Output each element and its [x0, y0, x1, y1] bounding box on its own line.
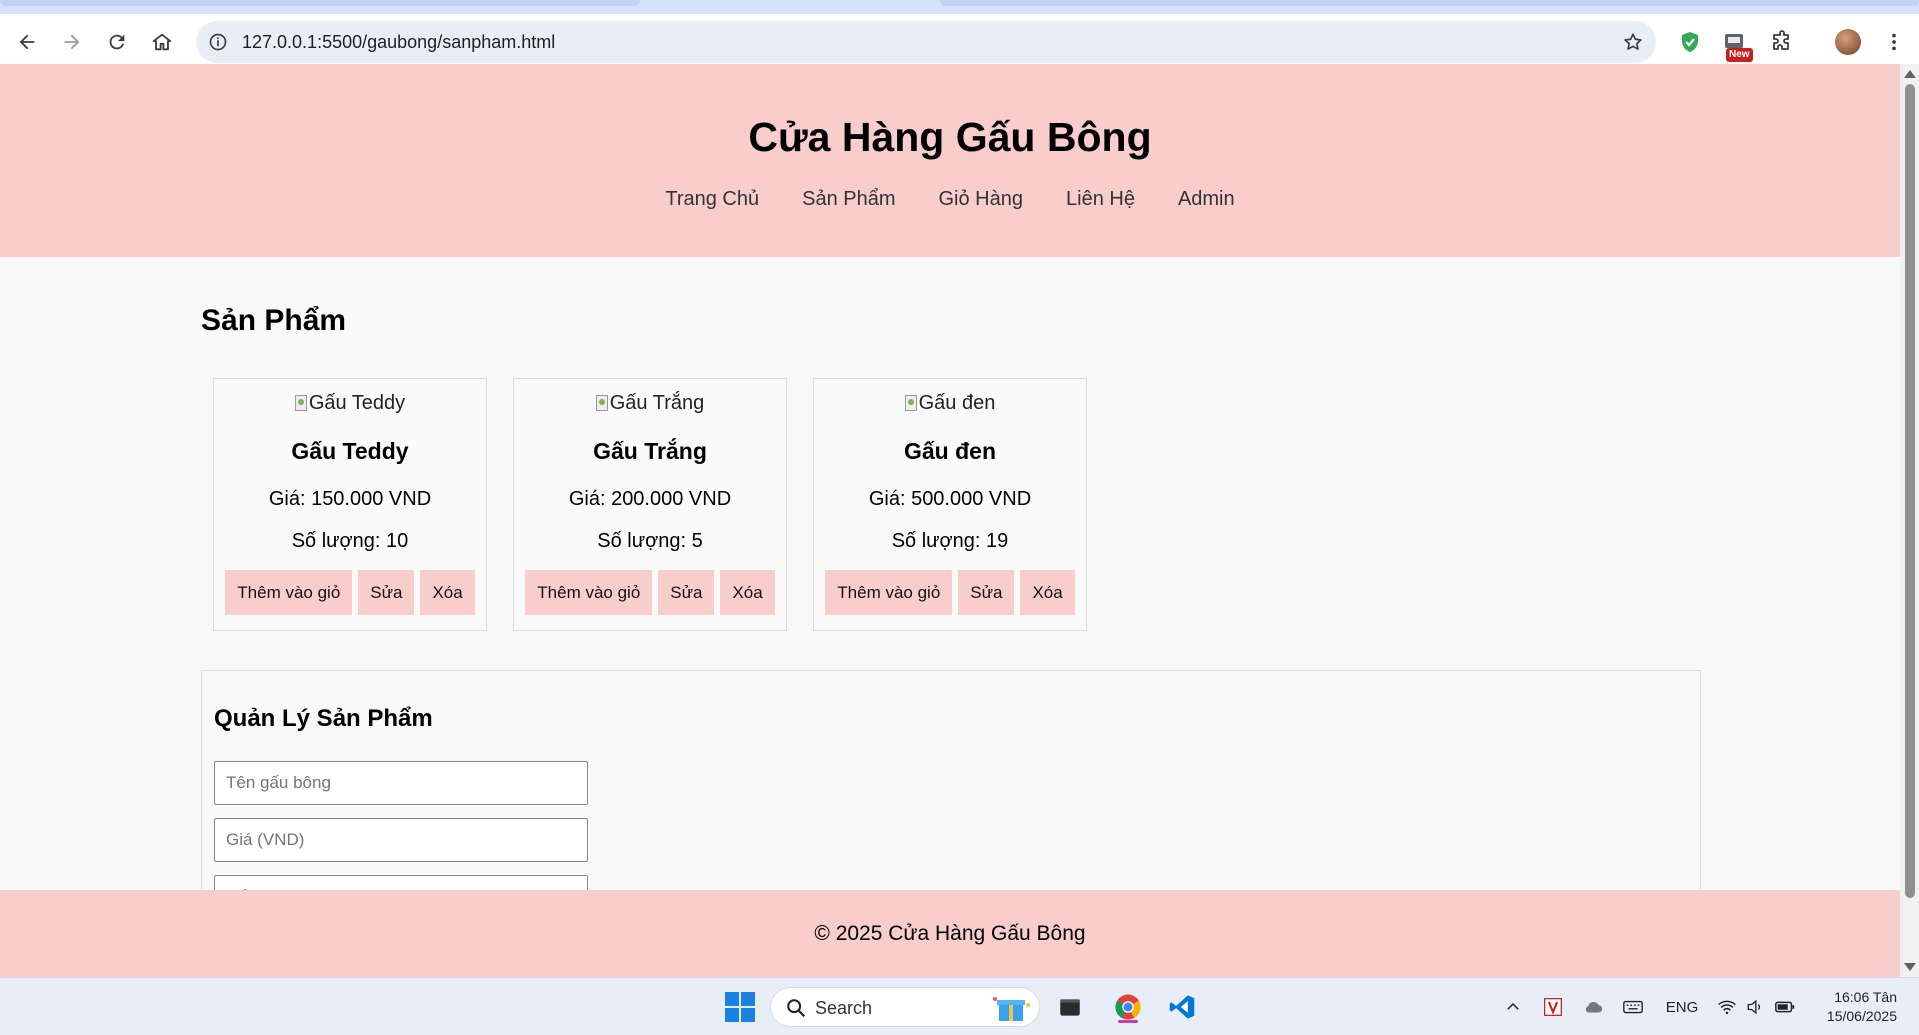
- search-label: Search: [815, 998, 873, 1018]
- nav-admin[interactable]: Admin: [1178, 188, 1235, 211]
- home-button[interactable]: [146, 26, 178, 58]
- arrow-right-icon: [64, 34, 80, 50]
- new-extension-icon[interactable]: New: [1718, 26, 1753, 62]
- clock-time: 16:06 Tân: [1834, 989, 1897, 1005]
- add-to-cart-button[interactable]: Thêm vào giỏ: [525, 570, 653, 615]
- section-title: Sản Phẩm: [201, 304, 347, 337]
- product-name: Gấu Trắng: [593, 438, 707, 464]
- add-to-cart-button[interactable]: Thêm vào giỏ: [225, 570, 353, 615]
- site-info-icon[interactable]: [206, 30, 230, 54]
- nav-products[interactable]: Sản Phẩm: [802, 188, 895, 211]
- edit-button[interactable]: Sửa: [658, 570, 715, 615]
- taskbar-search[interactable]: Search: [770, 987, 1040, 1027]
- edit-button[interactable]: Sửa: [358, 570, 415, 615]
- bookmark-star-icon[interactable]: [1620, 29, 1646, 55]
- product-card: Gấu Teddy Gấu Teddy Giá: 150.000 VND Số …: [213, 378, 487, 631]
- product-price: Giá: 500.000 VND: [868, 488, 1032, 510]
- product-name: Gấu đen: [903, 438, 996, 464]
- taskbar: Search ENG 16:06 Tân 15/06/2025: [0, 977, 1919, 1035]
- product-card: Gấu đen Gấu đen Giá: 500.000 VND Số lượn…: [813, 378, 1087, 631]
- battery-icon[interactable]: [1772, 988, 1798, 1026]
- shield-extension-icon[interactable]: [1674, 26, 1706, 58]
- address-bar[interactable]: 127.0.0.1:5500/gaubong/sanpham.html: [196, 21, 1656, 63]
- inactive-tab-edge[interactable]: [940, 0, 1919, 6]
- admin-title: Quản Lý Sản Phẩm: [214, 705, 433, 732]
- site-title: Cửa Hàng Gấu Bông: [748, 114, 1152, 160]
- arrow-left-icon: [19, 34, 35, 50]
- clock-date: 15/06/2025: [1826, 1008, 1897, 1024]
- windows-logo-icon: [725, 992, 755, 1022]
- scroll-up-arrow[interactable]: [1904, 70, 1916, 78]
- chrome-app-icon[interactable]: [1104, 988, 1152, 1026]
- profile-avatar[interactable]: [1832, 26, 1864, 58]
- product-name: Gấu Teddy: [291, 438, 409, 464]
- gift-icon: [993, 997, 1030, 1021]
- image-alt-text: Gấu đen: [918, 391, 996, 414]
- active-app-indicator: [1118, 1020, 1138, 1023]
- terminal-app-icon[interactable]: [1050, 988, 1090, 1026]
- onedrive-cloud-icon[interactable]: [1580, 988, 1606, 1026]
- delete-button[interactable]: Xóa: [420, 570, 475, 615]
- product-actions: Thêm vào giỏ Sửa Xóa: [825, 570, 1075, 615]
- new-badge: New: [1726, 48, 1753, 62]
- main-nav: Trang Chủ Sản Phẩm Giỏ Hàng Liên Hệ Admi…: [0, 188, 1900, 211]
- site-footer: © 2025 Cửa Hàng Gấu Bông: [0, 890, 1900, 977]
- keyboard-icon[interactable]: [1620, 988, 1646, 1026]
- page-viewport: Cửa Hàng Gấu Bông Trang Chủ Sản Phẩm Giỏ…: [0, 64, 1900, 977]
- start-button[interactable]: [720, 988, 760, 1026]
- product-image: Gấu Teddy: [294, 391, 406, 415]
- extensions-puzzle-icon[interactable]: [1766, 26, 1798, 58]
- wifi-icon[interactable]: [1714, 988, 1740, 1026]
- browser-toolbar: 127.0.0.1:5500/gaubong/sanpham.html New: [0, 14, 1919, 70]
- product-name-input[interactable]: [214, 761, 588, 805]
- broken-image-icon: [294, 395, 307, 411]
- url-text[interactable]: 127.0.0.1:5500/gaubong/sanpham.html: [242, 32, 555, 53]
- product-quantity: Số lượng: 19: [891, 530, 1009, 552]
- scroll-down-arrow[interactable]: [1904, 963, 1916, 971]
- input-language[interactable]: ENG: [1664, 988, 1700, 1026]
- product-price-input[interactable]: [214, 818, 588, 862]
- system-clock[interactable]: 16:06 Tân 15/06/2025: [1827, 988, 1897, 1026]
- product-actions: Thêm vào giỏ Sửa Xóa: [225, 570, 475, 615]
- browser-menu-button[interactable]: [1878, 26, 1910, 58]
- add-to-cart-button[interactable]: Thêm vào giỏ: [825, 570, 953, 615]
- reload-icon: [109, 34, 125, 50]
- product-image: Gấu đen: [904, 391, 996, 415]
- product-list: Gấu Teddy Gấu Teddy Giá: 150.000 VND Số …: [213, 378, 1087, 631]
- scrollbar-thumb[interactable]: [1905, 84, 1915, 898]
- product-quantity: Số lượng: 5: [597, 530, 703, 552]
- show-hidden-icons-chevron-up-icon[interactable]: [1500, 988, 1526, 1026]
- product-image: Gấu Trắng: [595, 391, 705, 415]
- page-scrollbar[interactable]: [1900, 64, 1919, 977]
- nav-contact[interactable]: Liên Hệ: [1066, 188, 1135, 211]
- product-price: Giá: 150.000 VND: [268, 488, 432, 510]
- broken-image-icon: [904, 395, 917, 411]
- image-alt-text: Gấu Trắng: [609, 391, 705, 414]
- site-header: Cửa Hàng Gấu Bông Trang Chủ Sản Phẩm Giỏ…: [0, 64, 1900, 257]
- product-price: Giá: 200.000 VND: [568, 488, 732, 510]
- home-icon: [152, 33, 172, 51]
- footer-text: © 2025 Cửa Hàng Gấu Bông: [814, 921, 1086, 945]
- vscode-app-icon[interactable]: [1162, 988, 1202, 1026]
- inactive-tab-edge[interactable]: [0, 0, 640, 6]
- back-button[interactable]: [11, 26, 43, 58]
- volume-icon[interactable]: [1742, 988, 1768, 1026]
- product-quantity: Số lượng: 10: [291, 530, 409, 552]
- search-icon: [787, 999, 806, 1018]
- product-card: Gấu Trắng Gấu Trắng Giá: 200.000 VND Số …: [513, 378, 787, 631]
- edit-button[interactable]: Sửa: [958, 570, 1015, 615]
- delete-button[interactable]: Xóa: [720, 570, 775, 615]
- avatar: [1835, 29, 1861, 55]
- image-alt-text: Gấu Teddy: [308, 391, 406, 414]
- tray-app-v-icon[interactable]: [1540, 988, 1566, 1026]
- product-actions: Thêm vào giỏ Sửa Xóa: [525, 570, 775, 615]
- nav-cart[interactable]: Giỏ Hàng: [939, 188, 1024, 211]
- delete-button[interactable]: Xóa: [1020, 570, 1075, 615]
- tab-strip: [0, 0, 1919, 14]
- forward-button[interactable]: [56, 26, 88, 58]
- reload-button[interactable]: [101, 26, 133, 58]
- nav-home[interactable]: Trang Chủ: [665, 188, 759, 211]
- broken-image-icon: [595, 395, 608, 411]
- more-vertical-icon: [1892, 33, 1896, 51]
